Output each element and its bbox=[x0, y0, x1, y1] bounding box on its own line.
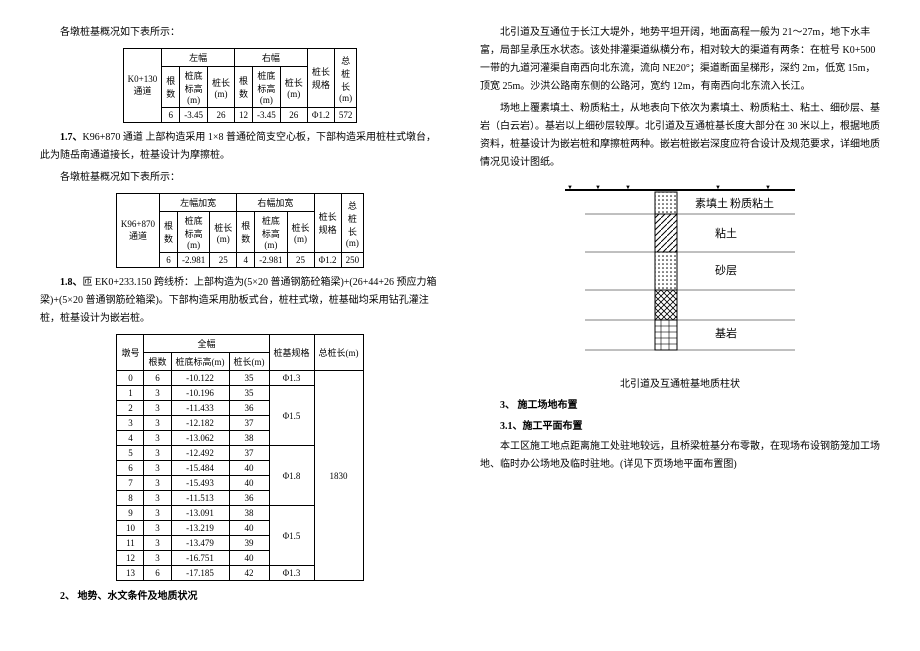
svg-text:▼: ▼ bbox=[595, 185, 601, 191]
p-1-7: 1.7、K96+870 通道 上部构造采用 1×8 普通砼简支空心板，下部构造采… bbox=[40, 129, 440, 165]
p-1-8: 1.8、匝 EK0+233.150 跨线桥：上部构造为(5×20 普通钢筋砼箱梁… bbox=[40, 274, 440, 328]
soil-layer-5: 基岩 bbox=[715, 326, 737, 340]
table-k0-130: K0+130通道 左幅 右幅 桩长规格 总桩长(m) 根数桩底标高(m)桩长(m… bbox=[123, 48, 358, 123]
svg-text:▼: ▼ bbox=[567, 185, 573, 191]
pile-intro-1: 各墩桩基概况如下表所示： bbox=[40, 24, 440, 42]
geo-p2: 场地上覆素填土、粉质粘土，从地表向下依次为素填土、粉质粘土、粘土、细砂层、基岩（… bbox=[480, 100, 880, 172]
svg-text:▼: ▼ bbox=[715, 185, 721, 191]
layout-p1: 本工区施工地点距离施工处驻地较远，且桥梁桩基分布零散，在现场布设钢筋笼加工场地、… bbox=[480, 438, 880, 474]
soil-layer-2: 粉质粘土 bbox=[730, 196, 774, 210]
pile-intro-2: 各墩桩基概况如下表所示： bbox=[40, 169, 440, 187]
svg-text:▼: ▼ bbox=[625, 185, 631, 191]
soil-layer-1: 素填土 bbox=[695, 196, 728, 210]
soil-column-diagram: ▼ ▼ ▼ ▼ ▼ 素填土 粉质粘土 粘土 砂层 基岩 bbox=[565, 182, 795, 365]
section-3-title: 3、 施工场地布置 bbox=[480, 396, 880, 411]
table-ek0-233: 墩号 全幅 桩基规格 总桩长(m) 根数桩底标高(m)桩长(m) 06-10.1… bbox=[116, 334, 363, 581]
section-3-1-title: 3.1、施工平面布置 bbox=[480, 417, 880, 432]
section-2-title: 2、 地势、水文条件及地质状况 bbox=[40, 587, 440, 602]
geo-p1: 北引道及互通位于长江大堤外，地势平坦开阔，地面高程一般为 21～27m，地下水丰… bbox=[480, 24, 880, 96]
table-k96-870: K96+870通道 左幅加宽 右幅加宽 桩长规格 总桩长(m) 根数桩底标高(m… bbox=[116, 193, 364, 268]
soil-layer-4: 砂层 bbox=[715, 264, 737, 277]
soil-layer-3: 粘土 bbox=[715, 226, 737, 240]
soil-diagram-caption: 北引道及互通桩基地质柱状 bbox=[480, 375, 880, 390]
t1-row-label: K0+130通道 bbox=[123, 49, 162, 123]
svg-text:▼: ▼ bbox=[765, 185, 771, 191]
